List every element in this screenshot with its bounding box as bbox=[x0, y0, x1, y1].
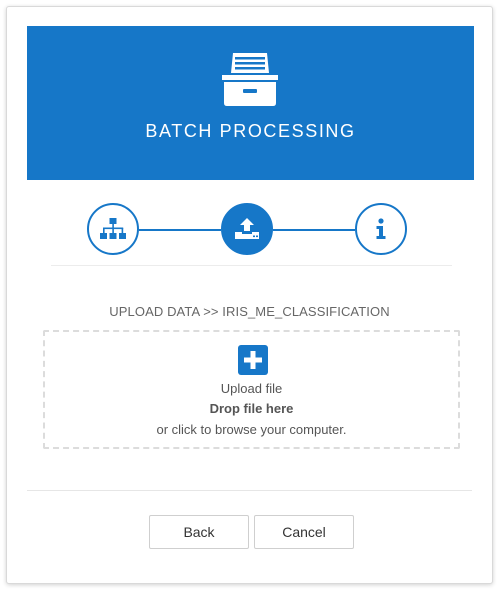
divider bbox=[27, 490, 472, 491]
cancel-button[interactable]: Cancel bbox=[254, 515, 354, 549]
info-icon bbox=[376, 218, 386, 239]
back-button[interactable]: Back bbox=[149, 515, 249, 549]
dialog-banner: BATCH PROCESSING bbox=[27, 26, 474, 180]
step-info[interactable] bbox=[355, 203, 407, 255]
plus-square-icon[interactable] bbox=[238, 345, 268, 375]
step-upload-data[interactable] bbox=[221, 203, 273, 255]
step-connector bbox=[273, 229, 355, 231]
hierarchy-icon bbox=[100, 218, 126, 239]
dialog-title: BATCH PROCESSING bbox=[145, 121, 356, 141]
step-connector bbox=[139, 229, 221, 231]
upload-path-label: UPLOAD DATA >> IRIS_ME_CLASSIFICATION bbox=[109, 304, 390, 319]
file-dropzone[interactable]: Upload file Drop file here or click to b… bbox=[43, 330, 460, 449]
step-select-model[interactable] bbox=[87, 203, 139, 255]
batch-processing-dialog: BATCH PROCESSING UPLOAD DATA >> IRIS_ME_… bbox=[6, 6, 493, 584]
upload-file-label: Upload file bbox=[220, 381, 283, 396]
divider bbox=[51, 265, 452, 266]
upload-tray-icon bbox=[235, 218, 259, 239]
browse-hint: or click to browse your computer. bbox=[156, 422, 347, 437]
wizard-stepper bbox=[7, 203, 494, 257]
file-drawer-icon bbox=[222, 53, 278, 106]
drop-file-label: Drop file here bbox=[209, 401, 294, 416]
